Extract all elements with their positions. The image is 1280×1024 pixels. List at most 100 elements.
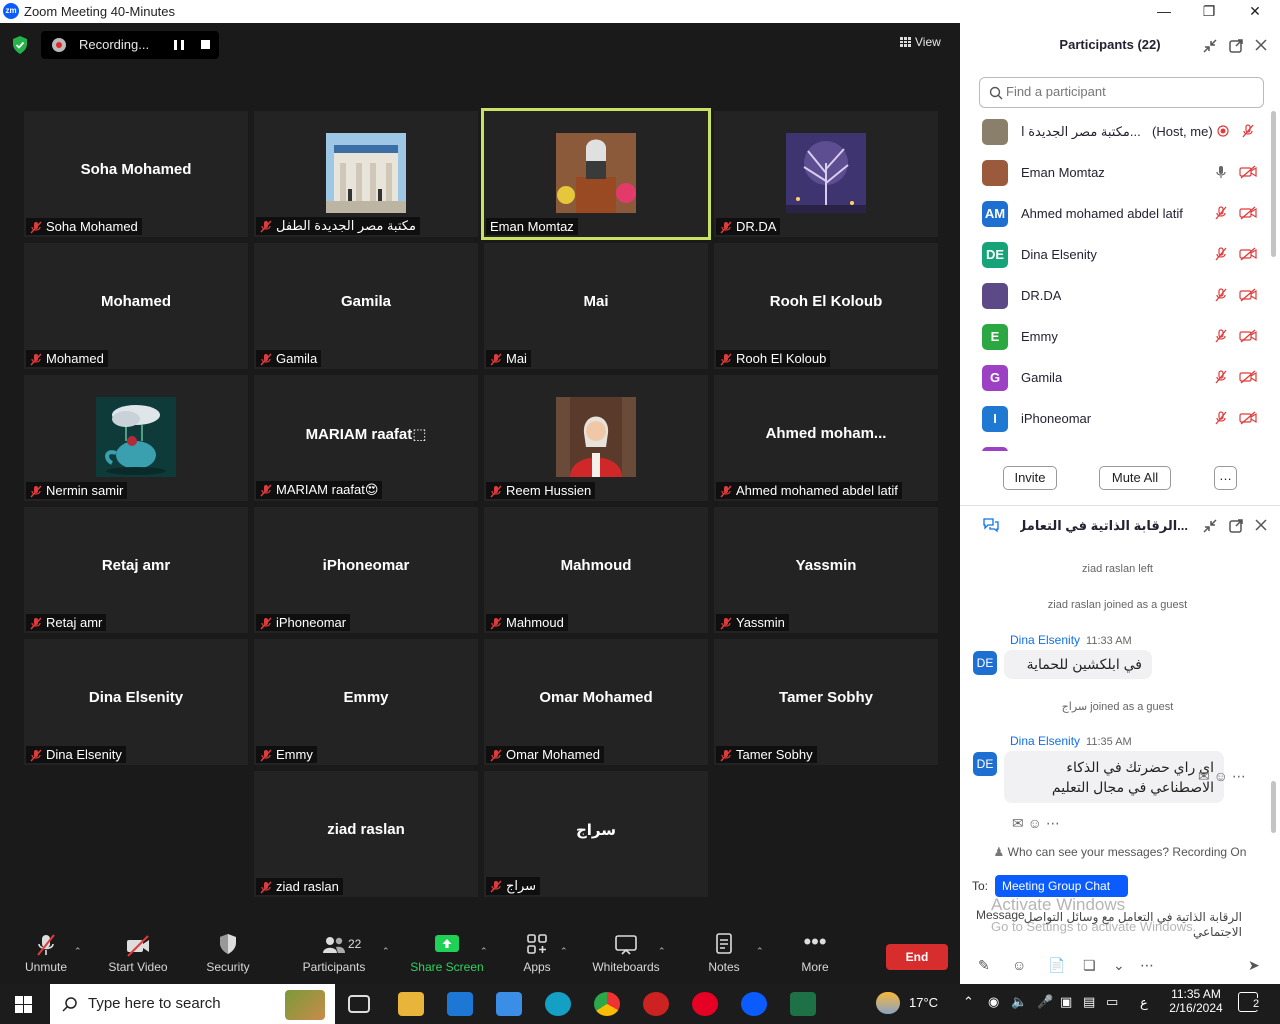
video-tile[interactable]: iPhoneomar iPhoneomar: [254, 507, 478, 633]
camera-off-icon[interactable]: [1239, 329, 1257, 346]
input-language[interactable]: ع: [1140, 995, 1148, 1011]
close-participants-icon[interactable]: [1255, 39, 1267, 51]
send-icon[interactable]: ➤: [1248, 957, 1260, 974]
mic-muted-icon[interactable]: [1214, 288, 1228, 305]
chat-scrollbar[interactable]: [1271, 781, 1276, 833]
excel-icon[interactable]: [790, 992, 816, 1016]
popout-panel-icon[interactable]: [1228, 38, 1244, 54]
pinterest-icon[interactable]: [692, 992, 718, 1016]
emoji-react-icon[interactable]: ☺: [1214, 768, 1228, 784]
video-tile[interactable]: Rooh El Koloub Rooh El Koloub: [714, 243, 938, 369]
participants-button[interactable]: 22 Participants: [300, 932, 368, 974]
mute-all-button[interactable]: Mute All: [1099, 466, 1171, 490]
mic-on-icon[interactable]: [1214, 165, 1228, 182]
video-tile[interactable]: Mohamed Mohamed: [24, 243, 248, 369]
participant-row[interactable]: DE Dina Elsenity: [960, 234, 1270, 275]
apps-button[interactable]: Apps: [516, 932, 558, 974]
video-tile[interactable]: Yassmin Yassmin: [714, 507, 938, 633]
collapse-chat-icon[interactable]: [1202, 518, 1218, 534]
participant-search-input[interactable]: [1006, 84, 1256, 99]
start-video-button[interactable]: Start Video: [106, 932, 170, 974]
video-tile[interactable]: Reem Hussien: [484, 375, 708, 501]
stop-recording-button[interactable]: [201, 40, 210, 49]
mic-muted-icon[interactable]: [1214, 206, 1228, 223]
share-screen-button[interactable]: Share Screen: [410, 932, 484, 974]
camera-off-icon[interactable]: [1239, 288, 1257, 305]
participant-row[interactable]: DR.DA: [960, 275, 1270, 316]
participant-row[interactable]: Eman Momtaz: [960, 152, 1270, 193]
task-view-icon[interactable]: [348, 995, 370, 1013]
file-explorer-icon[interactable]: [398, 992, 424, 1016]
close-window-button[interactable]: ✕: [1241, 2, 1269, 20]
collapse-panel-icon[interactable]: [1202, 38, 1218, 54]
screenshot-icon[interactable]: ❏: [1083, 957, 1096, 974]
pause-recording-button[interactable]: [174, 40, 184, 50]
video-tile[interactable]: Eman Momtaz: [481, 108, 711, 240]
video-tile[interactable]: مكتبة مصر الجديدة الطفل: [254, 111, 478, 237]
store-icon[interactable]: [496, 992, 522, 1016]
camera-off-icon[interactable]: [1239, 206, 1257, 223]
video-tile[interactable]: ziad raslan ziad raslan: [254, 771, 478, 897]
message-more-icon[interactable]: ⋯: [1232, 768, 1246, 784]
recording-tray-icon[interactable]: ◉: [988, 994, 999, 1010]
maximize-button[interactable]: ❐: [1195, 2, 1223, 20]
message-more-icon[interactable]: ⋯: [1046, 815, 1060, 831]
participants-options-caret-icon[interactable]: ⌃: [382, 946, 390, 957]
close-chat-icon[interactable]: [1255, 519, 1267, 531]
video-tile[interactable]: Mahmoud Mahmoud: [484, 507, 708, 633]
apps-options-caret-icon[interactable]: ⌃: [560, 946, 568, 957]
video-tile[interactable]: Emmy Emmy: [254, 639, 478, 765]
invite-button[interactable]: Invite: [1003, 466, 1057, 490]
popout-chat-icon[interactable]: [1228, 518, 1244, 534]
emoji-icon[interactable]: ☺: [1012, 957, 1026, 973]
notes-options-caret-icon[interactable]: ⌃: [756, 946, 764, 957]
share-options-caret-icon[interactable]: ⌃: [480, 946, 488, 957]
chat-more-icon[interactable]: ⋯: [1140, 957, 1154, 974]
taskbar-search-box[interactable]: Type here to search: [50, 984, 335, 1024]
format-text-icon[interactable]: ✎: [978, 957, 990, 974]
mail-icon[interactable]: [447, 992, 473, 1016]
mic-muted-icon[interactable]: [1214, 411, 1228, 428]
participant-row[interactable]: G Gamila: [960, 357, 1270, 398]
chrome-icon[interactable]: [594, 992, 620, 1016]
mic-muted-icon[interactable]: [1241, 124, 1255, 141]
camera-off-icon[interactable]: [1239, 370, 1257, 387]
video-tile[interactable]: Soha Mohamed Soha Mohamed: [24, 111, 248, 237]
camera-off-icon[interactable]: [1239, 247, 1257, 264]
meet-now-icon[interactable]: ▣: [1060, 994, 1072, 1010]
chrome-alt-icon[interactable]: [643, 992, 669, 1016]
security-button[interactable]: Security: [200, 932, 256, 974]
video-tile[interactable]: Gamila Gamila: [254, 243, 478, 369]
video-tile[interactable]: Ahmed moham... Ahmed mohamed abdel latif: [714, 375, 938, 501]
whiteboards-options-caret-icon[interactable]: ⌃: [658, 946, 666, 957]
screenshot-options-chevron-icon[interactable]: ⌄: [1113, 957, 1125, 974]
camera-off-icon[interactable]: [1239, 165, 1257, 182]
end-meeting-button[interactable]: End: [886, 944, 948, 970]
participant-row[interactable]: مكتبة مصر الجديدة ا... (Host, me): [960, 111, 1270, 152]
weather-icon[interactable]: [876, 992, 900, 1014]
edge-browser-icon[interactable]: [545, 992, 571, 1016]
more-button[interactable]: ••• More: [794, 931, 836, 975]
view-button[interactable]: View: [900, 35, 941, 49]
video-tile[interactable]: MARIAM raafat⬚ MARIAM raafat😍: [254, 375, 478, 501]
volume-icon[interactable]: 🔈: [1011, 994, 1027, 1010]
recipient-select[interactable]: Meeting Group Chat ⌄: [995, 875, 1128, 907]
video-tile[interactable]: سراج سراج: [484, 771, 708, 897]
participant-row[interactable]: IiPhoneomar: [960, 398, 1270, 439]
mic-muted-icon[interactable]: [1214, 247, 1228, 264]
show-hidden-icons-icon[interactable]: ⌃: [963, 994, 974, 1010]
add-reaction-icon[interactable]: ☺: [1028, 815, 1042, 831]
minimize-button[interactable]: —: [1150, 2, 1178, 20]
participant-row[interactable]: AM Ahmed mohamed abdel latif: [960, 193, 1270, 234]
zoom-taskbar-icon[interactable]: [741, 992, 767, 1016]
video-tile[interactable]: Dina Elsenity Dina Elsenity: [24, 639, 248, 765]
clock[interactable]: 11:35 AM 2/16/2024: [1166, 987, 1226, 1015]
video-tile[interactable]: Tamer Sobhy Tamer Sobhy: [714, 639, 938, 765]
mic-muted-icon[interactable]: [1214, 370, 1228, 387]
participant-row[interactable]: E Emmy: [960, 316, 1270, 357]
video-tile[interactable]: DR.DA: [714, 111, 938, 237]
participant-search-field[interactable]: [979, 77, 1264, 108]
audio-options-caret-icon[interactable]: ⌃: [74, 946, 82, 957]
microphone-tray-icon[interactable]: 🎤: [1037, 994, 1053, 1010]
participants-more-button[interactable]: …: [1214, 466, 1237, 490]
